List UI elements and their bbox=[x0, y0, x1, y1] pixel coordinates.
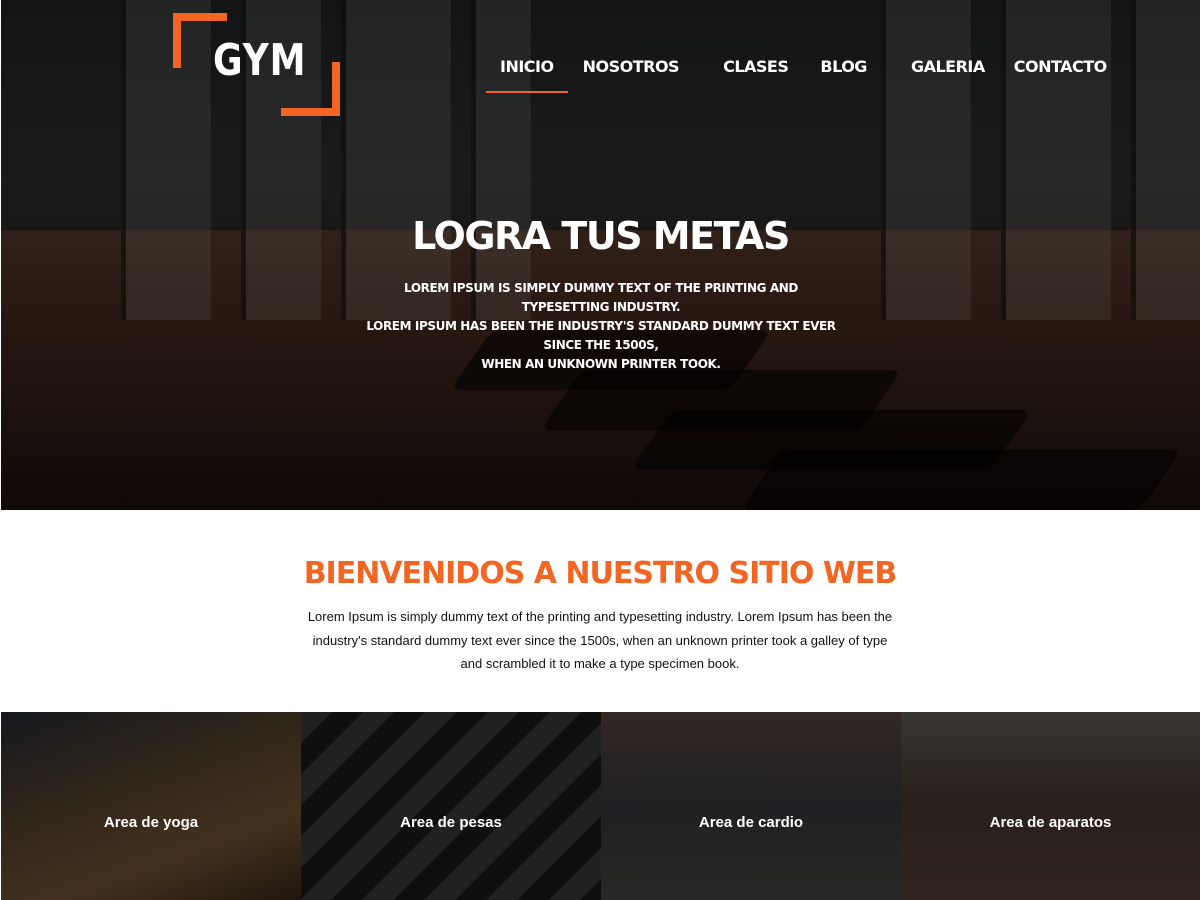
hero-text-line: Lorem Ipsum is simply dummy text of the … bbox=[404, 281, 798, 314]
hero-text: Lorem Ipsum is simply dummy text of the … bbox=[361, 279, 841, 374]
nav-item-contacto[interactable]: CONTACTO bbox=[999, 56, 1122, 93]
area-card-aparatos[interactable]: Area de aparatos bbox=[901, 712, 1200, 900]
area-card-yoga[interactable]: Area de yoga bbox=[1, 712, 301, 900]
area-label: Area de cardio bbox=[698, 814, 804, 831]
nav-item-blog[interactable]: BLOG bbox=[805, 56, 882, 93]
nav-item-inicio[interactable]: INICIO bbox=[486, 56, 568, 93]
hero-section: GYM INICIO NOSOTROS CLASES BLOG GALERIA … bbox=[1, 0, 1200, 510]
welcome-text: Lorem Ipsum is simply dummy text of the … bbox=[307, 609, 893, 671]
gym-logo[interactable]: GYM bbox=[173, 13, 340, 116]
area-card-cardio[interactable]: Area de cardio bbox=[601, 712, 901, 900]
welcome-title: BIENVENIDOS A NUESTRO SITIO WEB bbox=[303, 556, 898, 591]
area-card-pesas[interactable]: Area de pesas bbox=[301, 712, 601, 900]
main-nav: INICIO NOSOTROS CLASES BLOG GALERIA CONT… bbox=[486, 56, 1122, 93]
area-label: Area de pesas bbox=[400, 814, 502, 831]
hero-text-line: when an unknown printer took. bbox=[481, 357, 721, 371]
area-label: Area de aparatos bbox=[989, 814, 1112, 831]
hero-text-line: Lorem Ipsum has been the industry's stan… bbox=[366, 319, 836, 352]
areas-section: Area de yoga Area de pesas Area de cardi… bbox=[1, 712, 1200, 900]
area-label: Area de yoga bbox=[103, 814, 199, 831]
nav-item-clases[interactable]: CLASES bbox=[708, 56, 803, 93]
nav-item-nosotros[interactable]: NOSOTROS bbox=[568, 56, 694, 93]
hero-title: LOGRA TUS METAS bbox=[412, 214, 790, 258]
nav-item-galeria[interactable]: GALERIA bbox=[896, 56, 1000, 93]
logo-text: GYM bbox=[213, 35, 307, 86]
